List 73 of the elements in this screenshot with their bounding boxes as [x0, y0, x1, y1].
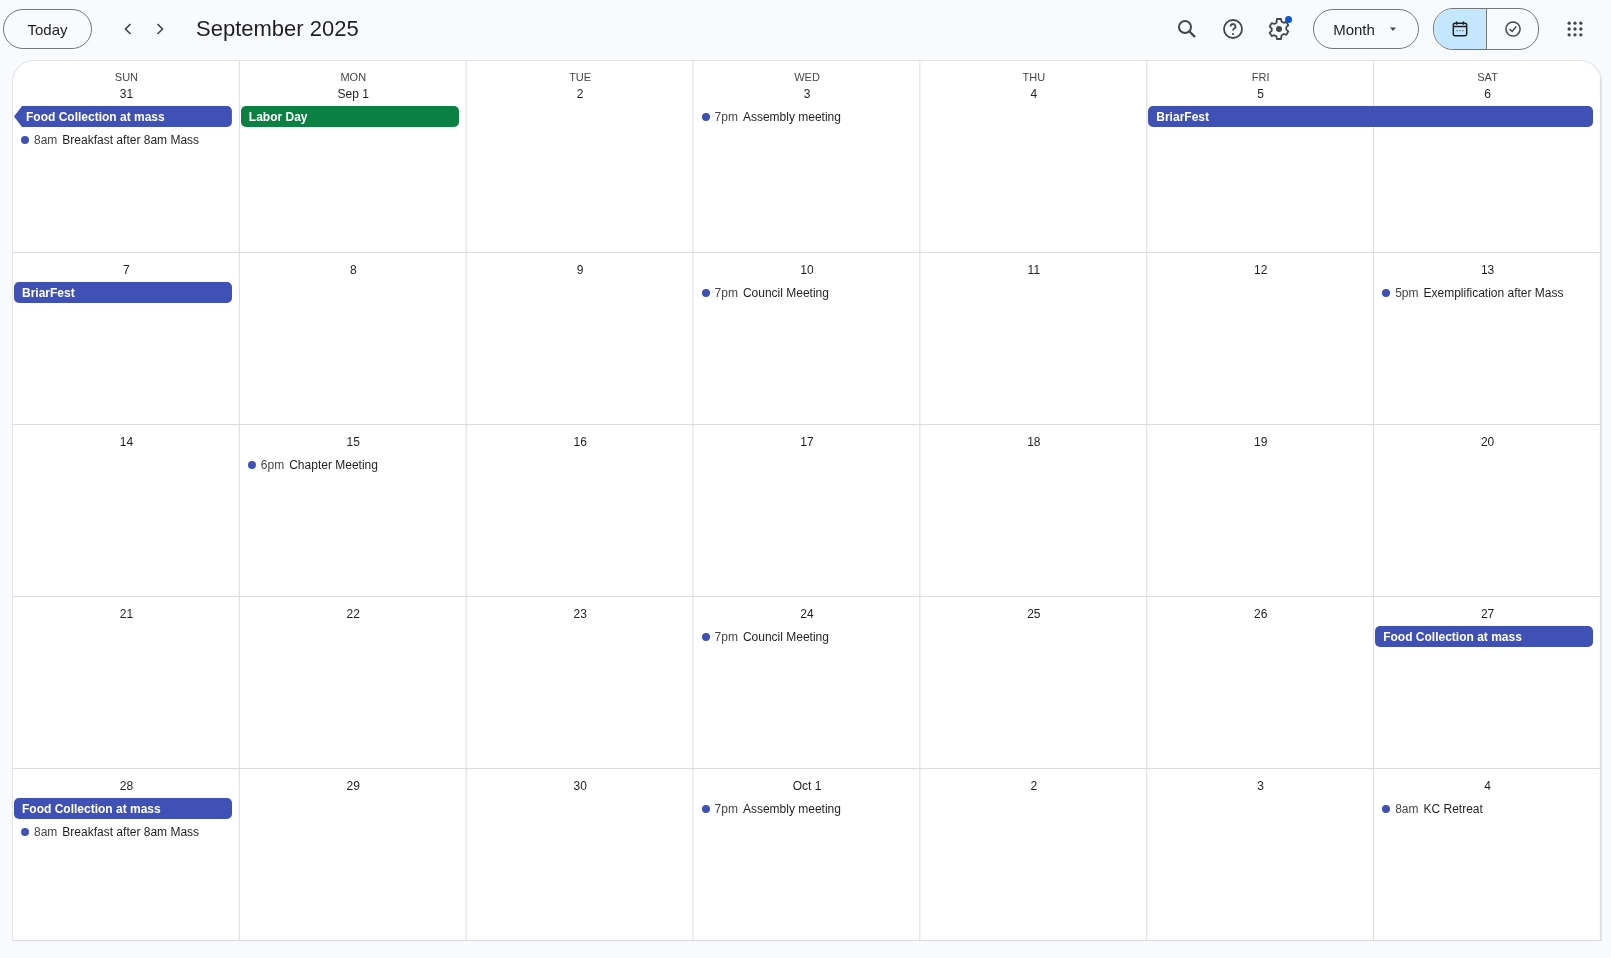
date-label[interactable]: 12	[1254, 263, 1268, 277]
date-label[interactable]: 8	[349, 263, 357, 277]
event-title[interactable]: Breakfast after 8am Mass	[62, 824, 200, 839]
weekday-label: THU	[1022, 71, 1046, 83]
weekday-label: SAT	[1477, 71, 1498, 83]
date-label[interactable]: 14	[119, 435, 134, 449]
date-label[interactable]: 19	[1254, 435, 1268, 449]
event-time[interactable]: 7pm	[714, 629, 738, 644]
date-label[interactable]: 26	[1254, 607, 1268, 621]
date-label[interactable]: 21	[119, 607, 134, 621]
date-label[interactable]: 9	[576, 263, 584, 277]
event-title[interactable]: Council Meeting	[742, 629, 829, 644]
event-time[interactable]: 5pm	[1395, 285, 1419, 300]
event-title[interactable]: Breakfast after 8am Mass	[62, 132, 200, 147]
event-time[interactable]: 8am	[1395, 801, 1419, 816]
apps-grid-icon	[1565, 19, 1585, 39]
weekday-label: SUN	[114, 71, 139, 83]
event-bar[interactable]: Food Collection at mass	[14, 798, 232, 819]
date-label[interactable]: 20	[1480, 435, 1495, 449]
date-label[interactable]: 3	[1257, 779, 1265, 793]
weekday-label: WED	[794, 71, 820, 83]
date-label[interactable]: 15	[346, 435, 360, 449]
date-label[interactable]: 27	[1480, 607, 1495, 621]
date-label[interactable]: Oct 1	[792, 779, 822, 793]
date-label[interactable]: 2	[1030, 779, 1038, 793]
event-bar[interactable]: BriarFest	[14, 282, 232, 303]
event-title[interactable]: Assembly meeting	[742, 801, 841, 816]
date-label[interactable]: 13	[1480, 263, 1495, 277]
date-label[interactable]: 4	[1030, 87, 1038, 101]
date-label[interactable]: 7	[123, 263, 130, 277]
event-time[interactable]: 7pm	[714, 801, 738, 816]
date-label[interactable]: 30	[573, 779, 587, 793]
date-label[interactable]: 25	[1027, 607, 1041, 621]
help-icon	[1221, 17, 1245, 41]
date-label[interactable]: 22	[346, 607, 360, 621]
event-time[interactable]: 8am	[34, 824, 58, 839]
event-title[interactable]: KC Retreat	[1423, 801, 1483, 816]
date-label[interactable]: 5	[1257, 87, 1265, 101]
weekday-label: FRI	[1251, 71, 1270, 83]
settings-icon	[1267, 17, 1291, 41]
event-title[interactable]: Assembly meeting	[742, 109, 841, 124]
date-label[interactable]: 29	[346, 779, 360, 793]
event-bar[interactable]: Labor Day	[240, 106, 459, 127]
event-time[interactable]: 8am	[34, 132, 58, 147]
check-circle-icon	[1502, 19, 1523, 39]
weekday-label: TUE	[569, 71, 592, 83]
event-title[interactable]: Exemplification after Mass	[1423, 285, 1564, 300]
event-time[interactable]: 7pm	[714, 285, 738, 300]
event-title[interactable]: Chapter Meeting	[289, 457, 378, 472]
date-label[interactable]: 17	[800, 435, 814, 449]
date-label[interactable]: 28	[119, 779, 134, 793]
date-label[interactable]: 2	[576, 87, 584, 101]
event-title[interactable]: Council Meeting	[742, 285, 829, 300]
date-label[interactable]: 24	[800, 607, 814, 621]
date-label[interactable]: 23	[573, 607, 587, 621]
calendar-view-button[interactable]	[1434, 9, 1486, 49]
date-label[interactable]: 3	[803, 87, 811, 101]
date-label[interactable]: 11	[1027, 263, 1041, 277]
date-label[interactable]: 18	[1027, 435, 1041, 449]
date-label[interactable]: Sep 1	[337, 87, 369, 101]
month-title: September 2025	[196, 16, 360, 42]
date-label[interactable]: 4	[1484, 779, 1491, 793]
weekday-label: MON	[340, 71, 367, 83]
date-label[interactable]: 10	[800, 263, 814, 277]
event-time[interactable]: 6pm	[260, 457, 285, 472]
date-label[interactable]: 6	[1484, 87, 1491, 101]
event-bar[interactable]: BriarFest	[1148, 106, 1593, 127]
date-label[interactable]: 16	[573, 435, 587, 449]
event-bar[interactable]: Food Collection at mass	[1375, 626, 1593, 647]
date-label[interactable]: 31	[119, 87, 134, 101]
calendar-icon	[1450, 19, 1470, 39]
event-bar[interactable]: Food Collection at mass	[14, 106, 232, 127]
event-time[interactable]: 7pm	[714, 109, 738, 124]
